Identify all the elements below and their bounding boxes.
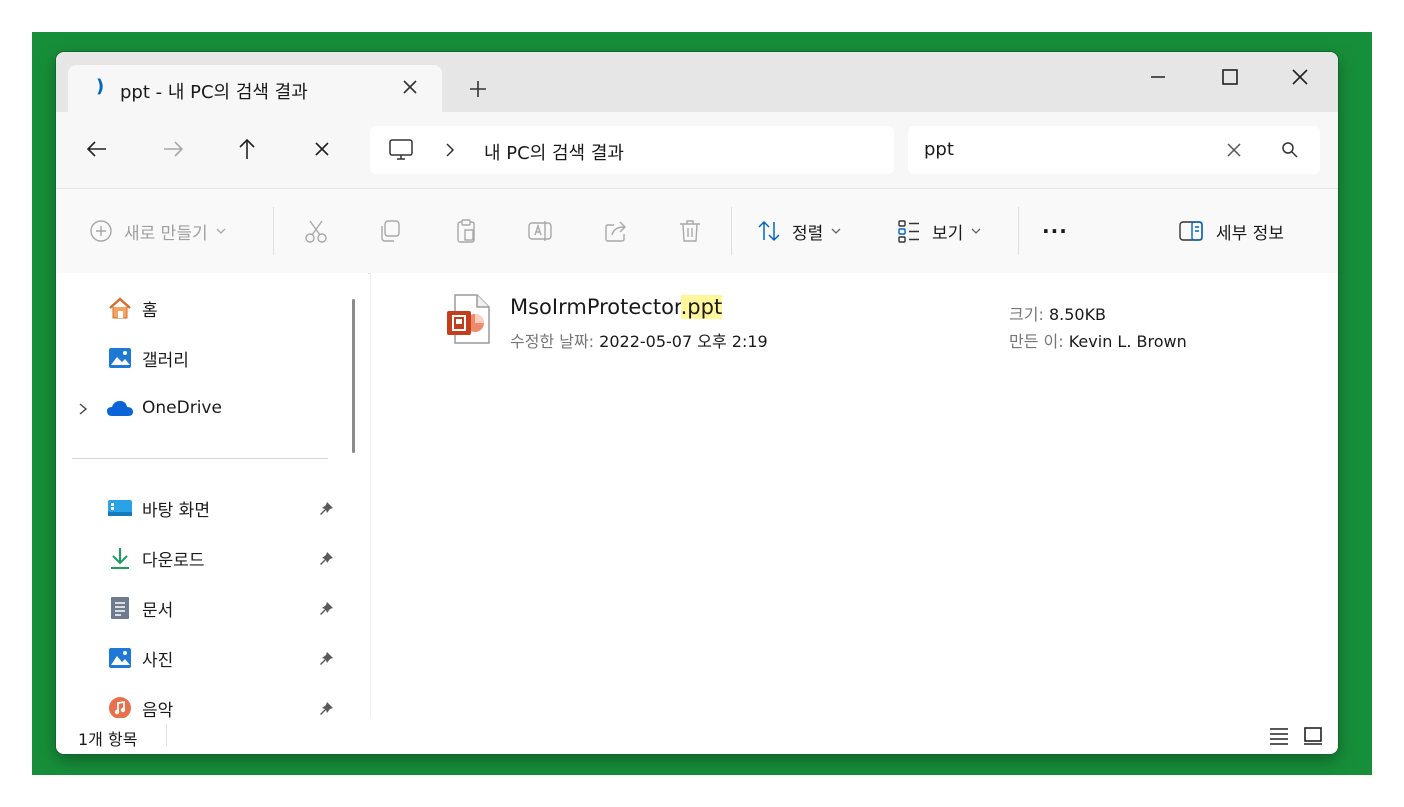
address-bar[interactable]: 내 PC의 검색 결과 [370, 126, 894, 174]
pin-icon[interactable] [318, 701, 334, 717]
sidebar-separator [72, 458, 328, 459]
expand-chevron-icon[interactable] [76, 401, 90, 417]
stop-search-icon[interactable] [307, 134, 337, 164]
search-query: ppt [924, 139, 954, 160]
large-icons-view-icon[interactable] [1302, 725, 1324, 747]
sidebar-item-label: 다운로드 [142, 550, 205, 571]
tab-close-icon[interactable] [398, 75, 422, 99]
tab-title: ppt - 내 PC의 검색 결과 [120, 82, 308, 103]
sidebar-item-pictures[interactable]: 사진 [106, 643, 173, 673]
powerpoint-file-icon [447, 294, 490, 344]
sidebar-item-label: 사진 [142, 650, 174, 671]
details-pane-icon [1179, 221, 1203, 241]
toolbar-separator [273, 207, 274, 255]
close-window-button[interactable] [1270, 62, 1330, 92]
status-bar: 1개 항목 [56, 718, 1338, 754]
toolbar-separator [1018, 207, 1019, 255]
tab-search-results[interactable]: ) ppt - 내 PC의 검색 결과 [68, 65, 442, 112]
file-name[interactable]: MsoIrmProtector.ppt [510, 295, 723, 319]
rename-icon[interactable] [526, 217, 554, 245]
new-item-button[interactable]: 새로 만들기 [88, 215, 228, 247]
home-icon [106, 294, 134, 322]
modified-value: 2022-05-07 오후 2:19 [599, 332, 768, 351]
title-bar: ) ppt - 내 PC의 검색 결과 [56, 52, 1338, 112]
maximize-button[interactable] [1200, 62, 1260, 92]
sidebar-item-label: 갤러리 [142, 350, 189, 371]
sidebar-item-label: 문서 [142, 600, 174, 621]
sidebar-item-label: 음악 [142, 700, 174, 721]
minimize-button[interactable] [1128, 62, 1188, 92]
file-name-extension-highlight: .ppt [680, 295, 723, 319]
address-path: 내 PC의 검색 결과 [484, 143, 624, 164]
chevron-down-icon [831, 228, 841, 234]
navigation-bar: 내 PC의 검색 결과 ppt [56, 112, 1338, 188]
sidebar-item-home[interactable]: 홈 [106, 293, 158, 323]
sidebar-item-label: 홈 [142, 300, 158, 321]
computer-icon [389, 139, 413, 160]
cut-icon[interactable] [302, 217, 330, 245]
file-modified-date: 수정한 날짜: 2022-05-07 오후 2:19 [510, 328, 768, 352]
sidebar-item-gallery[interactable]: 갤러리 [106, 343, 189, 373]
search-icon[interactable] [1280, 140, 1300, 160]
chevron-down-icon [216, 228, 226, 234]
gallery-icon [106, 344, 134, 372]
paste-icon[interactable] [452, 217, 480, 245]
details-pane-button[interactable]: 세부 정보 [1178, 215, 1284, 247]
item-count: 1개 항목 [78, 730, 138, 749]
author-label: 만든 이: [1009, 332, 1064, 351]
chevron-right-icon [446, 143, 455, 157]
details-pane-label: 세부 정보 [1216, 223, 1284, 244]
more-options-button[interactable]: ··· [1042, 215, 1068, 247]
file-size: 크기: 8.50KB [1009, 301, 1106, 325]
sidebar-item-label: OneDrive [142, 398, 222, 418]
view-label: 보기 [932, 223, 964, 244]
search-input[interactable]: ppt [908, 126, 1320, 174]
navigation-pane: 홈 갤러리 OneDrive 바탕 화면 다운로드 문서 사진 음악 [56, 273, 368, 721]
view-list-icon [898, 220, 919, 243]
sidebar-scrollbar[interactable] [352, 299, 355, 453]
sidebar-item-desktop[interactable]: 바탕 화면 [106, 493, 210, 523]
desktop-icon [106, 494, 134, 522]
download-icon [106, 544, 134, 572]
file-explorer-window: ) ppt - 내 PC의 검색 결과 내 PC의 검색 결과 ppt 새로 만… [56, 52, 1338, 754]
pin-icon[interactable] [318, 601, 334, 617]
size-value: 8.50KB [1048, 305, 1107, 324]
chevron-down-icon [971, 228, 981, 234]
sidebar-item-onedrive[interactable]: OneDrive [106, 393, 222, 423]
toolbar-separator [731, 207, 732, 255]
onedrive-icon [106, 394, 134, 422]
modified-label: 수정한 날짜: [510, 332, 595, 351]
new-tab-button[interactable] [466, 77, 490, 101]
file-name-base: MsoIrmProtector [510, 295, 681, 319]
pin-icon[interactable] [318, 551, 334, 567]
sort-label: 정렬 [792, 223, 824, 244]
forward-arrow-icon[interactable] [158, 134, 188, 164]
pin-icon[interactable] [318, 501, 334, 517]
size-label: 크기: [1009, 305, 1044, 324]
search-tab-icon: ) [96, 76, 105, 97]
share-icon[interactable] [602, 217, 630, 245]
back-arrow-icon[interactable] [82, 134, 112, 164]
file-author: 만든 이: Kevin L. Brown [1009, 328, 1187, 352]
documents-icon [106, 594, 134, 622]
status-separator [166, 724, 167, 746]
delete-icon[interactable] [676, 217, 704, 245]
clear-search-icon[interactable] [1224, 140, 1244, 160]
sort-icon [758, 220, 780, 242]
sort-button[interactable]: 정렬 [756, 215, 843, 247]
author-value: Kevin L. Brown [1068, 332, 1187, 351]
sidebar-item-label: 바탕 화면 [142, 500, 210, 521]
search-results-pane: MsoIrmProtector.ppt 수정한 날짜: 2022-05-07 오… [370, 273, 1338, 718]
new-item-label: 새로 만들기 [124, 223, 208, 244]
sidebar-item-downloads[interactable]: 다운로드 [106, 543, 205, 573]
plus-circle-icon [90, 220, 112, 242]
up-arrow-icon[interactable] [232, 134, 262, 164]
pin-icon[interactable] [318, 651, 334, 667]
view-button[interactable]: 보기 [896, 215, 983, 247]
details-view-icon[interactable] [1268, 726, 1290, 746]
copy-icon[interactable] [376, 217, 404, 245]
sidebar-item-documents[interactable]: 문서 [106, 593, 173, 623]
pictures-icon [106, 644, 134, 672]
command-toolbar: 새로 만들기 정렬 보기 ··· 세부 정보 [56, 188, 1338, 274]
